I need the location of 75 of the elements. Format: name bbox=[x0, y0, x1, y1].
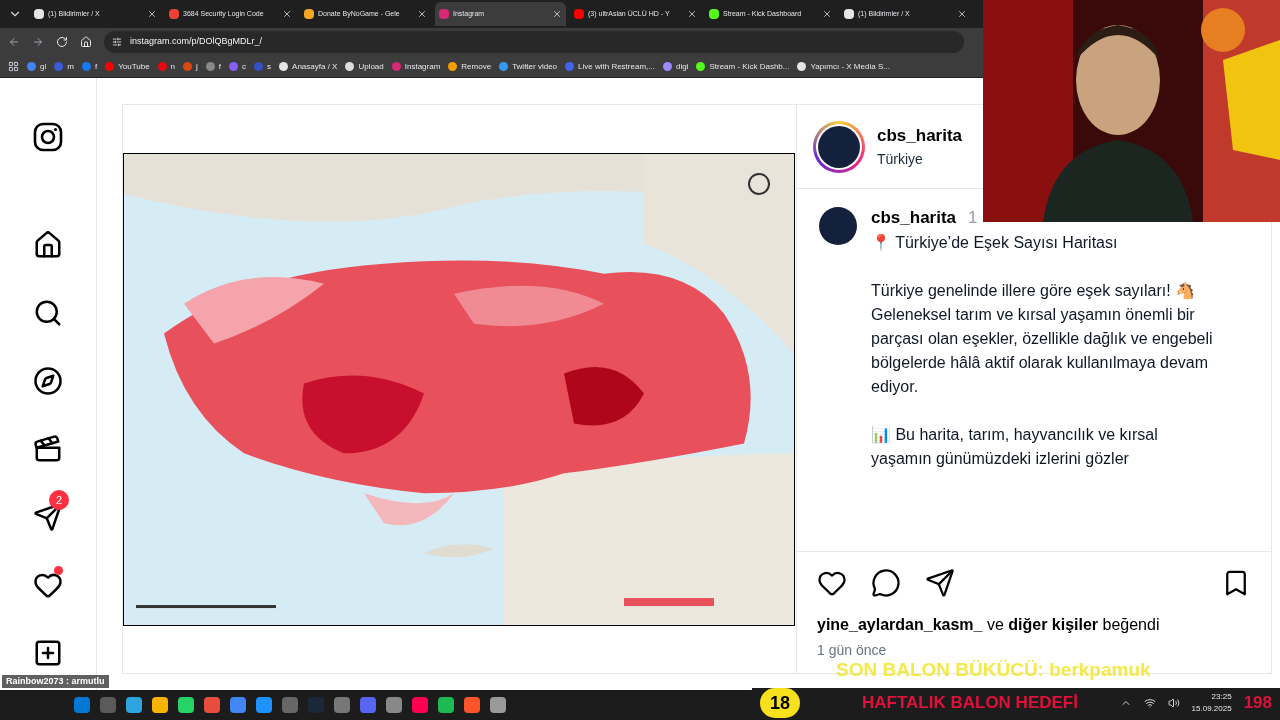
bookmark[interactable]: Remove bbox=[448, 60, 492, 73]
profile-avatar[interactable] bbox=[813, 120, 865, 173]
bookmark[interactable]: j bbox=[183, 60, 198, 73]
bookmark[interactable]: Yapımcı - X Media S... bbox=[797, 60, 890, 73]
close-icon[interactable] bbox=[957, 9, 967, 19]
caption-text: Türkiye genelinde illere göre eşek sayıları! 🐴 bbox=[871, 280, 1197, 301]
location-link[interactable]: Türkiye bbox=[877, 148, 963, 170]
forward-icon[interactable] bbox=[32, 36, 44, 48]
goal-count: 18 bbox=[760, 688, 800, 718]
username[interactable]: cbs_harita bbox=[871, 205, 957, 231]
app-icon[interactable] bbox=[412, 697, 428, 713]
site-settings-icon[interactable] bbox=[112, 37, 122, 47]
app-icon[interactable] bbox=[490, 697, 506, 713]
bookmark[interactable]: Anasayfa / X bbox=[279, 60, 338, 73]
app-icon[interactable] bbox=[204, 697, 220, 713]
home-icon[interactable] bbox=[33, 230, 63, 260]
volume-icon[interactable] bbox=[1167, 697, 1180, 709]
compass-icon[interactable] bbox=[33, 366, 63, 396]
bookmark[interactable]: gl bbox=[27, 60, 47, 73]
close-icon[interactable] bbox=[417, 9, 427, 19]
bookmark[interactable]: Upload bbox=[345, 60, 384, 73]
app-icon[interactable] bbox=[438, 697, 454, 713]
bookmark[interactable]: f bbox=[81, 60, 98, 73]
bookmark[interactable]: Live with Restream,... bbox=[565, 60, 655, 73]
clock-time: 23:25 bbox=[1211, 691, 1232, 703]
app-icon[interactable] bbox=[178, 697, 194, 713]
create-icon[interactable] bbox=[33, 638, 63, 668]
bookmark[interactable]: c bbox=[229, 60, 247, 73]
goal-title: HAFTALIK BALON HEDEFİ bbox=[862, 692, 1078, 715]
caption-text: 📍 Türkiye’de Eşek Sayısı Haritası bbox=[871, 232, 1119, 253]
bookmark[interactable]: Stream - Kick Dashb... bbox=[696, 60, 790, 73]
bookmark[interactable]: n bbox=[157, 60, 176, 73]
close-icon[interactable] bbox=[282, 9, 292, 19]
close-icon[interactable] bbox=[147, 9, 157, 19]
post-date: 1 gün önce bbox=[817, 641, 888, 660]
goal-total: 198 bbox=[1243, 692, 1272, 715]
close-icon[interactable] bbox=[687, 9, 697, 19]
bookmark[interactable]: Instagram bbox=[391, 60, 441, 73]
address-field[interactable]: instagram.com/p/DOlQBgMDLr_/ bbox=[104, 31, 964, 53]
bookmark[interactable]: s bbox=[254, 60, 272, 73]
wifi-icon[interactable] bbox=[1143, 697, 1156, 709]
app-icon[interactable] bbox=[464, 697, 480, 713]
app-icon[interactable] bbox=[74, 697, 90, 713]
likes-text: yine_aylardan_kasm_ ve diğer kişiler beğendi bbox=[817, 615, 1160, 635]
caption-text: 📊 Bu harita, tarım, hayvancılık ve kırsal yaşamın günümüzdeki izlerini gözler bbox=[871, 424, 1159, 469]
share-icon[interactable] bbox=[925, 568, 955, 598]
app-icon[interactable] bbox=[360, 697, 376, 713]
app-icon[interactable] bbox=[126, 697, 142, 713]
reels-icon[interactable] bbox=[33, 434, 63, 464]
search-icon[interactable] bbox=[33, 298, 63, 328]
notification-badge: 2 bbox=[49, 490, 69, 510]
reload-icon[interactable] bbox=[56, 36, 68, 48]
chat-message: Rainbow2073 : armutlu bbox=[2, 674, 109, 688]
app-icon[interactable] bbox=[152, 697, 168, 713]
post-time: 1 bbox=[968, 207, 978, 229]
username[interactable]: cbs_harita bbox=[877, 123, 963, 149]
app-icon[interactable] bbox=[230, 697, 246, 713]
home-icon[interactable] bbox=[80, 36, 92, 48]
bookmark[interactable]: digi bbox=[662, 60, 689, 73]
clock-date: 15.09.2025 bbox=[1191, 703, 1232, 715]
comment-icon[interactable] bbox=[871, 568, 901, 598]
last-bender-text: SON BALON BÜKÜCÜ: berkpamuk bbox=[836, 658, 1151, 682]
instagram-logo-icon[interactable] bbox=[33, 122, 63, 152]
app-icon[interactable] bbox=[386, 697, 402, 713]
bookmark[interactable]: m bbox=[54, 60, 74, 73]
caption-text: Geleneksel tarım ve kırsal yaşamın önemli bir parçası olan eşekler, özellikle dağlık ve engebeli bölgelerde hâlâ aktif olarak kullanılmaya devam ediyor. bbox=[871, 304, 1214, 397]
app-icon[interactable] bbox=[334, 697, 350, 713]
app-icon[interactable] bbox=[256, 697, 272, 713]
apps-icon[interactable] bbox=[8, 61, 19, 72]
close-icon[interactable] bbox=[822, 9, 832, 19]
close-icon[interactable] bbox=[552, 9, 562, 19]
bookmark[interactable]: f bbox=[205, 60, 222, 73]
bookmark[interactable]: Twitter video bbox=[499, 60, 558, 73]
back-icon[interactable] bbox=[8, 36, 20, 48]
bookmark[interactable]: YouTube bbox=[105, 60, 150, 73]
